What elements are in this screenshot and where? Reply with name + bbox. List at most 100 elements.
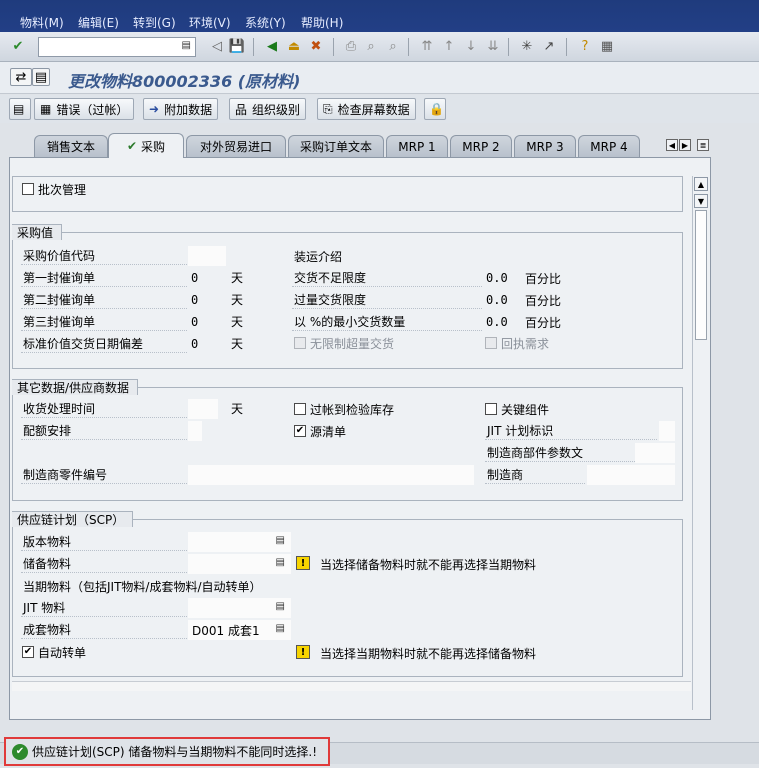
shortcut-icon[interactable]: ↗ xyxy=(540,37,558,55)
source-list-checkbox[interactable]: ✔ xyxy=(294,425,306,437)
tab-mrp3[interactable]: MRP 3 xyxy=(514,135,576,157)
new-session-icon[interactable]: ✳ xyxy=(518,37,536,55)
scroll-thumb[interactable] xyxy=(695,210,707,340)
auto-transfer-checkbox[interactable]: ✔ xyxy=(22,646,34,658)
mfr-part-profile-input[interactable] xyxy=(635,443,675,463)
version-material-input[interactable]: ▤ xyxy=(188,532,291,552)
tab-po-text[interactable]: 采购订单文本 xyxy=(288,135,384,157)
command-field[interactable]: ▤ xyxy=(38,37,196,57)
batch-management-checkbox[interactable] xyxy=(22,183,34,195)
check-screen-icon: ⎘ xyxy=(323,101,333,116)
min-delivery-qty-value[interactable]: 0.0 xyxy=(486,313,508,331)
find-next-icon[interactable]: ⌕ xyxy=(384,37,402,55)
last-page-icon[interactable]: ⇊ xyxy=(484,37,502,55)
purchasing-value-key-input[interactable] xyxy=(188,246,226,266)
find-icon[interactable]: ⌕ xyxy=(362,37,380,55)
tab-scroll-left-icon[interactable]: ◀ xyxy=(666,139,678,151)
jit-material-input[interactable]: ▤ xyxy=(188,598,291,618)
backup-material-input[interactable]: ▤ xyxy=(188,554,291,574)
collapse-icon[interactable]: ◁ xyxy=(208,37,226,55)
version-material-label: 版本物料 xyxy=(21,533,187,551)
display-icon[interactable]: ▤ xyxy=(32,68,50,86)
help-icon[interactable]: ? xyxy=(576,37,594,55)
save-icon[interactable]: 💾 xyxy=(228,37,246,55)
check-screen-button[interactable]: ⎘ 检查屏幕数据 xyxy=(317,98,416,120)
vertical-scrollbar[interactable]: ▲ ▼ xyxy=(692,176,709,710)
lock-button[interactable]: 🔒 xyxy=(424,98,446,120)
critical-part-label: 关键组件 xyxy=(501,402,550,417)
status-message[interactable]: ✔ 供应链计划(SCP) 储备物料与当期物料不能同时选择.! xyxy=(4,737,330,766)
purchasing-values-title: 采购值 xyxy=(12,224,63,240)
overdelivery-value[interactable]: 0.0 xyxy=(486,291,508,309)
tab-foreign-trade[interactable]: 对外贸易进口 xyxy=(186,135,286,157)
next-page-icon[interactable]: ↓ xyxy=(462,37,480,55)
tab-mrp1[interactable]: MRP 1 xyxy=(386,135,448,157)
tab-sales-text[interactable]: 销售文本 xyxy=(34,135,108,157)
kit-material-value: D001 成套1 xyxy=(192,623,260,638)
dropdown-icon[interactable]: ▤ xyxy=(182,40,191,51)
tab-purchasing[interactable]: ✔ 采购 xyxy=(108,133,184,158)
tab-mrp4[interactable]: MRP 4 xyxy=(578,135,640,157)
additional-data-button[interactable]: ➜ 附加数据 xyxy=(143,98,219,120)
std-delivery-deviation-value[interactable]: 0 xyxy=(191,335,198,353)
cancel-icon[interactable]: ✖ xyxy=(307,37,325,55)
tab-list-icon[interactable]: ≣ xyxy=(697,139,709,151)
reminder3-value[interactable]: 0 xyxy=(191,313,198,331)
errors-button[interactable]: ▦ 错误（过帐） xyxy=(34,98,135,120)
gr-processing-time-input[interactable] xyxy=(188,399,218,419)
mfr-part-number-label: 制造商零件编号 xyxy=(21,466,187,484)
manufacturer-label: 制造商 xyxy=(485,466,585,484)
enter-icon[interactable]: ✔ xyxy=(9,37,27,55)
menu-goto[interactable]: 转到(G) xyxy=(133,14,176,31)
scroll-up-icon[interactable]: ▲ xyxy=(694,177,708,191)
horizontal-scrollbar[interactable] xyxy=(12,681,691,691)
tab-scroll-right-icon[interactable]: ▶ xyxy=(679,139,691,151)
value-help-icon[interactable]: ▤ xyxy=(276,623,285,634)
manufacturer-input[interactable] xyxy=(587,465,675,485)
menu-environment[interactable]: 环境(V) xyxy=(189,14,231,31)
mfr-part-number-input[interactable] xyxy=(188,465,474,485)
back-icon[interactable]: ◀ xyxy=(263,37,281,55)
menu-edit[interactable]: 编辑(E) xyxy=(78,14,119,31)
kit-material-input[interactable]: D001 成套1 ▤ xyxy=(188,620,291,640)
other-material-icon[interactable]: ⇄ xyxy=(10,68,32,86)
value-help-icon[interactable]: ▤ xyxy=(276,535,285,546)
menu-system[interactable]: 系统(Y) xyxy=(245,14,286,31)
scp-group: 版本物料 ▤ 储备物料 ▤ ! 当选择储备物料时就不能再选择当期物料 当期物料（… xyxy=(12,519,683,677)
ack-required-label: 回执需求 xyxy=(501,336,550,351)
overdelivery-unit: 百分比 xyxy=(525,293,562,308)
post-to-inspection-checkbox[interactable] xyxy=(294,403,306,415)
menu-material[interactable]: 物料(M) xyxy=(20,14,64,31)
jit-material-label: JIT 物料 xyxy=(21,599,187,617)
reminder1-unit: 天 xyxy=(231,270,244,285)
additional-data-label: 附加数据 xyxy=(164,102,213,117)
first-page-icon[interactable]: ⇈ xyxy=(418,37,436,55)
purchasing-values-group: 采购价值代码 第一封催询单 0 天 第二封催询单 0 天 第三封催询单 0 天 … xyxy=(12,232,683,369)
separator xyxy=(408,38,409,56)
print-icon[interactable]: ⎙ xyxy=(342,37,360,55)
overview-button[interactable]: ▤ xyxy=(9,98,31,120)
tab-mrp2[interactable]: MRP 2 xyxy=(450,135,512,157)
value-help-icon[interactable]: ▤ xyxy=(276,557,285,568)
min-delivery-qty-unit: 百分比 xyxy=(525,315,562,330)
critical-part-checkbox[interactable] xyxy=(485,403,497,415)
overdelivery-label: 过量交货限度 xyxy=(292,291,482,309)
value-help-icon[interactable]: ▤ xyxy=(276,601,285,612)
menu-help[interactable]: 帮助(H) xyxy=(301,14,343,31)
exit-icon[interactable]: ⏏ xyxy=(285,37,303,55)
ack-required-checkbox xyxy=(485,337,497,349)
arrow-right-icon: ➜ xyxy=(149,102,160,116)
prev-page-icon[interactable]: ↑ xyxy=(440,37,458,55)
org-levels-button[interactable]: 品组织级别 xyxy=(229,98,307,120)
reminder2-value[interactable]: 0 xyxy=(191,291,198,309)
purchasing-value-key-label: 采购价值代码 xyxy=(21,247,187,265)
reminder1-value[interactable]: 0 xyxy=(191,269,198,287)
layout-menu-icon[interactable]: ▦ xyxy=(598,37,616,55)
jit-indicator-input[interactable] xyxy=(659,421,675,441)
command-input[interactable] xyxy=(39,38,177,56)
quota-arrangement-input[interactable] xyxy=(188,421,202,441)
underdelivery-value[interactable]: 0.0 xyxy=(486,269,508,287)
reminder3-unit: 天 xyxy=(231,314,244,329)
org-levels-label: 组织级别 xyxy=(252,102,301,117)
scroll-down-page-icon[interactable]: ▼ xyxy=(694,194,708,208)
